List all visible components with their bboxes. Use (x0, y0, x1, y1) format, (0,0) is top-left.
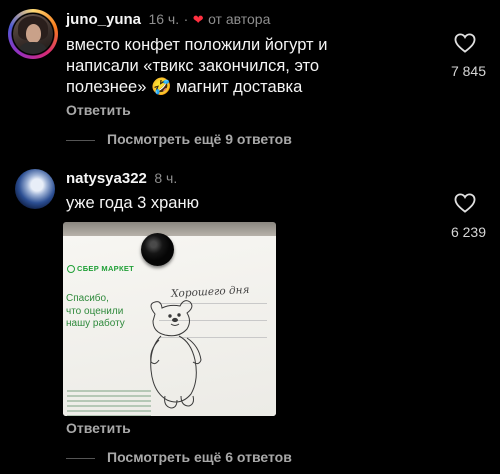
view-more-replies-button[interactable]: Посмотреть ещё 6 ответов (107, 449, 292, 465)
avatar[interactable] (15, 169, 55, 209)
bear-drawing (150, 300, 202, 409)
comment-header: juno_yuna 16 ч. · ❤ от автора (66, 11, 270, 29)
fine-print (67, 390, 151, 416)
avatar[interactable] (8, 9, 58, 59)
heart-filled-icon: ❤ (192, 12, 204, 27)
separator: · (183, 11, 189, 27)
comment-time: 8 ч. (154, 170, 178, 186)
like-count: 6 239 (450, 224, 486, 240)
receipt-card: СБЕР МАРКЕТ Спасибо, что оценили нашу ра… (63, 236, 276, 416)
username[interactable]: natysya322 (66, 170, 147, 187)
username[interactable]: juno_yuna (66, 11, 141, 28)
comment-time: 16 ч. (148, 11, 180, 27)
comment-header: natysya322 8 ч. (66, 170, 177, 188)
divider-line (66, 140, 95, 141)
comment-text: вместо конфет положили йогурт и написали… (66, 36, 328, 96)
view-more-replies-button[interactable]: Посмотреть ещё 9 ответов (107, 131, 292, 147)
divider-line (66, 458, 95, 459)
fridge-magnet (141, 233, 174, 266)
heart-outline-icon[interactable] (454, 193, 476, 213)
reply-button[interactable]: Ответить (66, 420, 131, 436)
comment-text: уже года 3 храню (66, 194, 199, 212)
avatar-photo (13, 14, 53, 54)
attached-photo[interactable]: СБЕР МАРКЕТ Спасибо, что оценили нашу ра… (63, 222, 276, 416)
liked-by-author-label: от автора (208, 11, 271, 27)
reply-button[interactable]: Ответить (66, 102, 131, 118)
like-count: 7 845 (450, 63, 486, 79)
heart-outline-icon[interactable] (454, 33, 476, 53)
